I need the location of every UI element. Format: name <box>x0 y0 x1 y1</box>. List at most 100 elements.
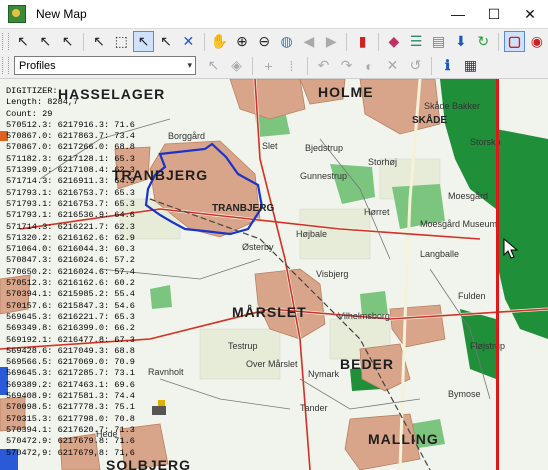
select-minus-button[interactable]: ↖ <box>58 31 78 52</box>
toolbar-grip[interactable] <box>2 57 9 74</box>
digitizer-header: DIGITIZER: <box>6 86 58 96</box>
cursor-arrow-icon <box>503 237 519 259</box>
layer-add-button[interactable]: ◆ <box>384 31 404 52</box>
map-label-storhoj: Storhøj <box>368 157 398 167</box>
digitizer-point: 569566.5: 6217069.0: 70.9 <box>6 357 135 368</box>
redo-icon: ↷ <box>340 57 353 73</box>
marker-button[interactable]: ▮ <box>352 31 372 52</box>
digitizer-point: 571399.0: 6217108.4: 62.3 <box>6 165 135 176</box>
digitizer-readout: DIGITIZER: Length: 8284,7 Count: 29 5705… <box>6 86 135 459</box>
toolbar-separator <box>203 32 205 51</box>
map-label-flojstrup: Fløjstrup <box>470 341 506 351</box>
profile-tool-button[interactable]: ◈ <box>226 55 247 76</box>
window-title: New Map <box>36 7 87 21</box>
map-label-osterby: Østerby <box>242 242 274 252</box>
layers-button[interactable]: ☰ <box>406 31 426 52</box>
toolbar-grip[interactable] <box>2 33 9 50</box>
digitizer-point: 570394.1: 6215985.2: 55.4 <box>6 289 135 300</box>
circle-half-icon: ◐ <box>365 57 374 74</box>
digitizer-point: 571793.1: 6216536.9: 64.6 <box>6 210 135 221</box>
map-label-marslet: MÅRSLET <box>232 304 307 320</box>
select-arrow-button[interactable]: ↖ <box>13 31 33 52</box>
undo-button[interactable]: ↶ <box>313 55 334 76</box>
delete-button[interactable]: ✕ <box>178 31 198 52</box>
digitizer-length: Length: 8284,7 <box>6 97 79 108</box>
table-button[interactable]: ▦ <box>460 55 481 76</box>
forward-button[interactable]: ▶ <box>321 31 341 52</box>
digitizer-point: 569349.8: 6216399.0: 66.2 <box>6 323 135 334</box>
circle-half-button[interactable]: ◐ <box>359 55 380 76</box>
profile-tool-icon: ◈ <box>231 57 242 73</box>
reset-icon: ↺ <box>409 57 422 73</box>
minimize-button[interactable]: — <box>440 0 476 28</box>
node-select-icon: ↖ <box>160 33 172 49</box>
refresh-button[interactable]: ↻ <box>473 31 493 52</box>
toolbar-separator <box>307 56 308 75</box>
frame-button[interactable]: ▢ <box>504 31 525 52</box>
digitizer-point: 569389.2: 6217463.1: 69.6 <box>6 379 135 390</box>
map-label-borggard: Borggård <box>168 131 206 141</box>
map-label-horret: Hørret <box>364 207 390 217</box>
profiles-select[interactable]: Profiles ▾ <box>14 56 196 75</box>
select-plus-icon: ↖ <box>39 33 52 49</box>
refresh-icon: ↻ <box>477 33 490 49</box>
pointer-icon: ↖ <box>207 57 220 73</box>
layers-icon: ☰ <box>409 33 423 49</box>
digitizer-point: 570472.9: 6217679.8: 71.6 <box>6 436 135 447</box>
profile-toolbar: Profiles ▾ ↖ ◈ + ⁞ ↶ ↷ ◐ ✕ ↺ ℹ ▦ <box>0 53 548 79</box>
digitizer-point: 571793.1: 6216753.7: 65.3 <box>6 198 135 209</box>
map-canvas[interactable]: TRANBJERG TRANBJERG MÅRSLET BEDER MALLIN… <box>0 79 548 470</box>
select-arrow-icon: ↖ <box>17 33 29 49</box>
zoom-out-icon: ⊖ <box>258 33 271 49</box>
grid-dots-button[interactable]: ⁞ <box>281 55 302 76</box>
back-button[interactable]: ◀ <box>299 31 319 52</box>
info-button[interactable]: ℹ <box>437 55 458 76</box>
map-label-solbjerg: SOLBJERG <box>106 457 192 470</box>
select-edit-button[interactable]: ↖ <box>89 31 109 52</box>
digitize-select-icon: ↖ <box>137 33 150 49</box>
zoom-in-button[interactable]: ⊕ <box>232 31 252 52</box>
close-button[interactable]: ✕ <box>512 0 548 28</box>
map-label-slet: Slet <box>262 141 278 151</box>
clear-button[interactable]: ✕ <box>382 55 403 76</box>
digitizer-count: Count: 29 <box>6 108 53 119</box>
select-edit-icon: ↖ <box>93 33 105 49</box>
redo-button[interactable]: ↷ <box>336 55 357 76</box>
toolbar-separator <box>252 56 253 75</box>
folder-button[interactable]: ▤ <box>428 31 448 52</box>
map-label-skade: SKÅDE <box>412 115 448 126</box>
pointer-button[interactable]: ↖ <box>203 55 224 76</box>
map-label-tander: Tander <box>300 403 328 413</box>
pan-button[interactable]: ✋ <box>209 31 229 52</box>
digitizer-point: 571064.0: 6216044.3: 60.3 <box>6 244 135 255</box>
red-circle-icon: ◉ <box>530 33 543 49</box>
full-extent-button[interactable]: ◍ <box>276 31 296 52</box>
map-label-skade-bakker: Skåde Bakker <box>424 101 481 111</box>
map-extent-border <box>496 79 499 470</box>
red-marker-icon: ▮ <box>358 33 367 49</box>
digitizer-point: 569192.1: 6216477.8: 67.3 <box>6 334 135 345</box>
node-select-button[interactable]: ↖ <box>156 31 176 52</box>
select-plus-button[interactable]: ↖ <box>35 31 55 52</box>
add-point-button[interactable]: + <box>258 55 279 76</box>
chevron-down-icon: ▾ <box>187 60 192 70</box>
download-button[interactable]: ⬇ <box>451 31 471 52</box>
info-icon: ℹ <box>444 57 451 73</box>
zoom-in-icon: ⊕ <box>236 33 248 49</box>
map-label-vilhelmsborg: Vilhelmsborg <box>338 311 390 321</box>
record-button[interactable]: ◉ <box>527 31 547 52</box>
digitizer-point: 570867.0: 6217863.7: 73.4 <box>6 131 135 142</box>
app-map-icon <box>8 5 26 23</box>
digitize-select-button[interactable]: ↖ <box>133 31 154 52</box>
toolbar-separator <box>431 56 432 75</box>
digitizer-point: 569428.6: 6217049.3: 68.8 <box>6 345 135 356</box>
map-label-bjedstrup: Bjedstrup <box>305 143 344 153</box>
frame-red-icon: ▢ <box>507 33 522 49</box>
title-bar: New Map — ☐ ✕ <box>0 0 548 28</box>
vertex-edit-button[interactable]: ⬚ <box>111 31 131 52</box>
zoom-out-button[interactable]: ⊖ <box>254 31 274 52</box>
maximize-button[interactable]: ☐ <box>476 0 512 28</box>
map-label-tranbjerg-2: TRANBJERG <box>212 203 275 214</box>
reset-button[interactable]: ↺ <box>405 55 426 76</box>
map-label-visbjerg: Visbjerg <box>316 269 349 279</box>
